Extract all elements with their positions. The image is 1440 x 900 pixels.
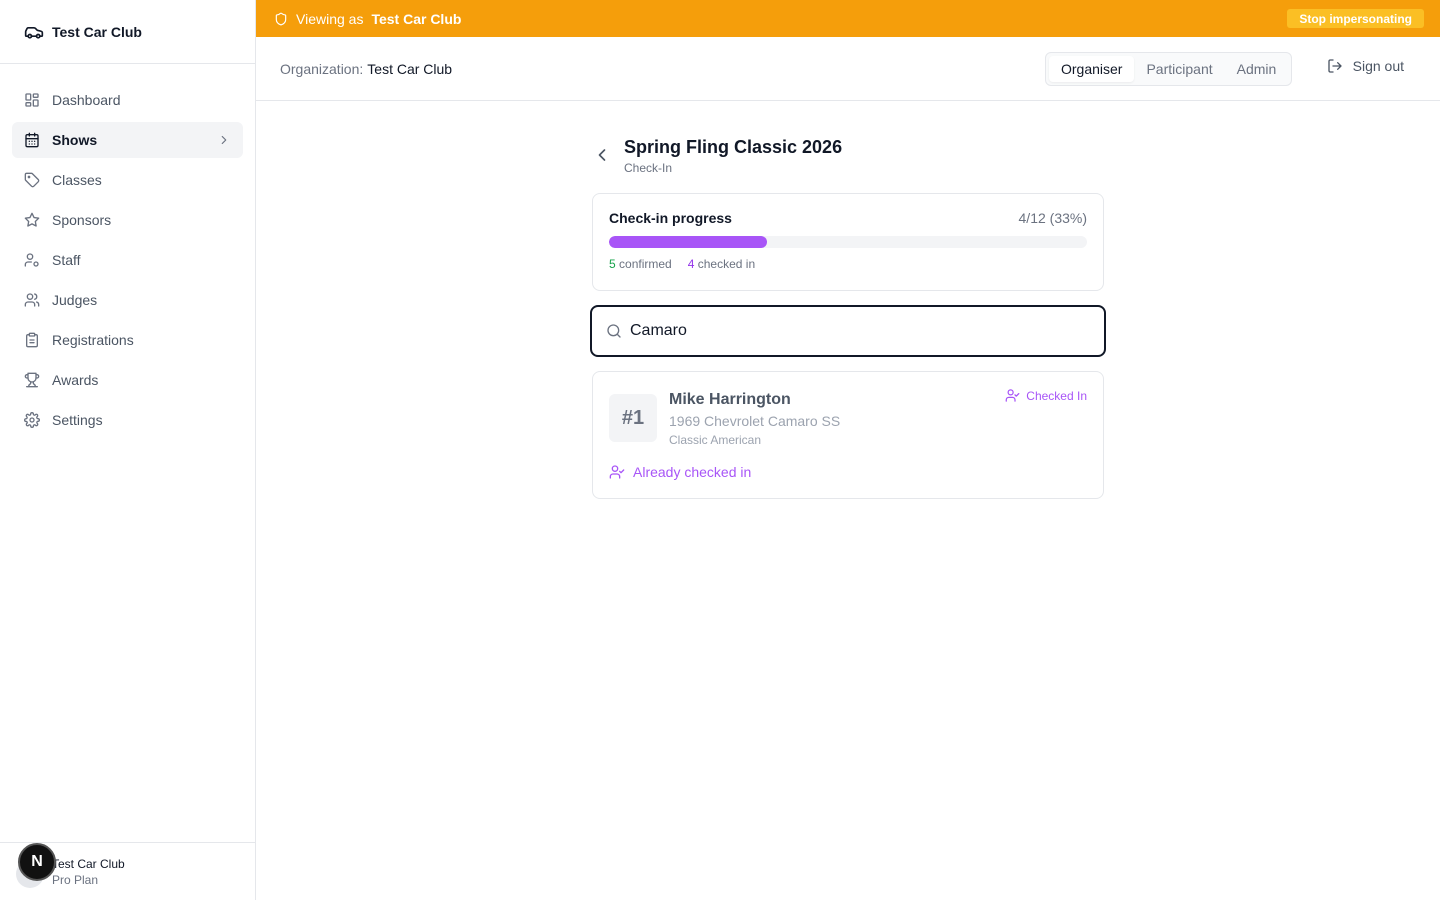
checked-in-count: 4 [687,257,695,271]
progress-title: Check-in progress [609,210,732,226]
progress-header: Check-in progress 4/12 (33%) [609,210,1087,226]
sidebar-item-label: Sponsors [52,212,112,228]
user-cog-icon [24,252,40,268]
entrant-car: 1969 Chevrolet Camaro SS [669,413,841,429]
entry-number: #1 [609,394,657,442]
role-organiser-button[interactable]: Organiser [1049,56,1135,82]
banner-org: Test Car Club [371,10,462,27]
clipboard-icon [24,332,40,348]
checked-in-stat: 4 checked in [688,257,755,271]
sidebar-item-label: Staff [52,252,81,268]
sidebar-item-classes[interactable]: Classes [12,162,243,198]
star-icon [24,212,40,228]
sidebar-item-awards[interactable]: Awards [12,362,243,398]
role-admin-button[interactable]: Admin [1225,56,1289,82]
sidebar-item-label: Classes [52,172,102,188]
chevron-right-icon [217,133,231,147]
impersonation-banner: Viewing as Test Car Club Stop impersonat… [256,0,1440,37]
sidebar-item-label: Registrations [52,332,134,348]
page-subtitle: Check-In [624,161,673,175]
title-block: Spring Fling Classic 2026 Check-In [624,135,842,175]
check-in-progress-card: Check-in progress 4/12 (33%) 5 confirmed… [592,193,1104,291]
brand[interactable]: Test Car Club [0,0,255,64]
org-label: Organization: [280,60,364,77]
dev-tools-badge[interactable]: N [18,843,56,881]
sign-out-label: Sign out [1352,58,1404,74]
log-out-icon [1327,58,1343,74]
account-plan: Pro Plan [52,872,99,887]
page-title: Spring Fling Classic 2026 [624,137,843,157]
confirmed-stat: 5 confirmed [609,257,672,271]
confirmed-count: 5 [609,257,616,271]
search-box [590,305,1106,357]
sidebar-item-label: Shows [52,132,98,148]
account-name: Test Car Club [52,856,125,871]
org-name: Test Car Club [367,60,453,77]
user-check-icon [1005,388,1020,403]
back-button[interactable] [592,145,612,165]
tag-icon [24,172,40,188]
already-checked-in-button: Already checked in [609,464,751,480]
page-header: Spring Fling Classic 2026 Check-In [592,135,842,175]
confirmed-label: confirmed [619,257,672,271]
dashboard-icon [24,92,40,108]
top-header: Organization: Test Car Club Organiser Pa… [256,37,1440,101]
banner-prefix: Viewing as [296,10,364,27]
sidebar-item-dashboard[interactable]: Dashboard [12,82,243,118]
sidebar-item-sponsors[interactable]: Sponsors [12,202,243,238]
sidebar-item-label: Awards [52,372,99,388]
sidebar-item-staff[interactable]: Staff [12,242,243,278]
users-icon [24,292,40,308]
sidebar-item-label: Settings [52,412,103,428]
search-icon [606,323,622,339]
sidebar-item-judges[interactable]: Judges [12,282,243,318]
sidebar-nav: Dashboard Shows Classes Sponsors Staff J… [0,64,255,438]
account-info: Test Car Club Pro Plan [52,856,125,888]
status-label: Checked In [1026,388,1087,403]
calendar-icon [24,132,40,148]
brand-name: Test Car Club [52,23,142,40]
user-check-icon [609,464,625,480]
progress-stats: 5 confirmed 4 checked in [609,257,1087,271]
car-icon [24,22,44,42]
search-input[interactable] [630,322,1070,340]
checked-in-label: checked in [697,257,756,271]
progress-bar [609,236,1087,248]
role-switcher: Organiser Participant Admin [1045,52,1293,86]
sidebar-item-settings[interactable]: Settings [12,402,243,438]
shield-icon [274,12,288,26]
stop-impersonating-button[interactable]: Stop impersonating [1287,9,1424,28]
sidebar-item-label: Judges [52,292,98,308]
trophy-icon [24,372,40,388]
entrant-class: Classic American [669,433,762,447]
sidebar-item-registrations[interactable]: Registrations [12,322,243,358]
progress-count: 4/12 (33%) [1018,210,1087,226]
sidebar: Test Car Club Dashboard Shows Classes Sp… [0,0,256,900]
already-checked-in-label: Already checked in [633,464,752,480]
entrant-info: Mike Harrington 1969 Chevrolet Camaro SS… [669,390,840,447]
role-participant-button[interactable]: Participant [1134,56,1224,82]
sidebar-item-shows[interactable]: Shows [12,122,243,158]
gear-icon [24,412,40,428]
entrant-card[interactable]: #1 Mike Harrington 1969 Chevrolet Camaro… [592,371,1104,499]
status-badge: Checked In [1005,388,1087,403]
entrant-name: Mike Harrington [669,391,791,408]
sidebar-item-label: Dashboard [52,92,121,108]
sign-out-button[interactable]: Sign out [1327,58,1404,74]
progress-bar-fill [609,236,767,248]
